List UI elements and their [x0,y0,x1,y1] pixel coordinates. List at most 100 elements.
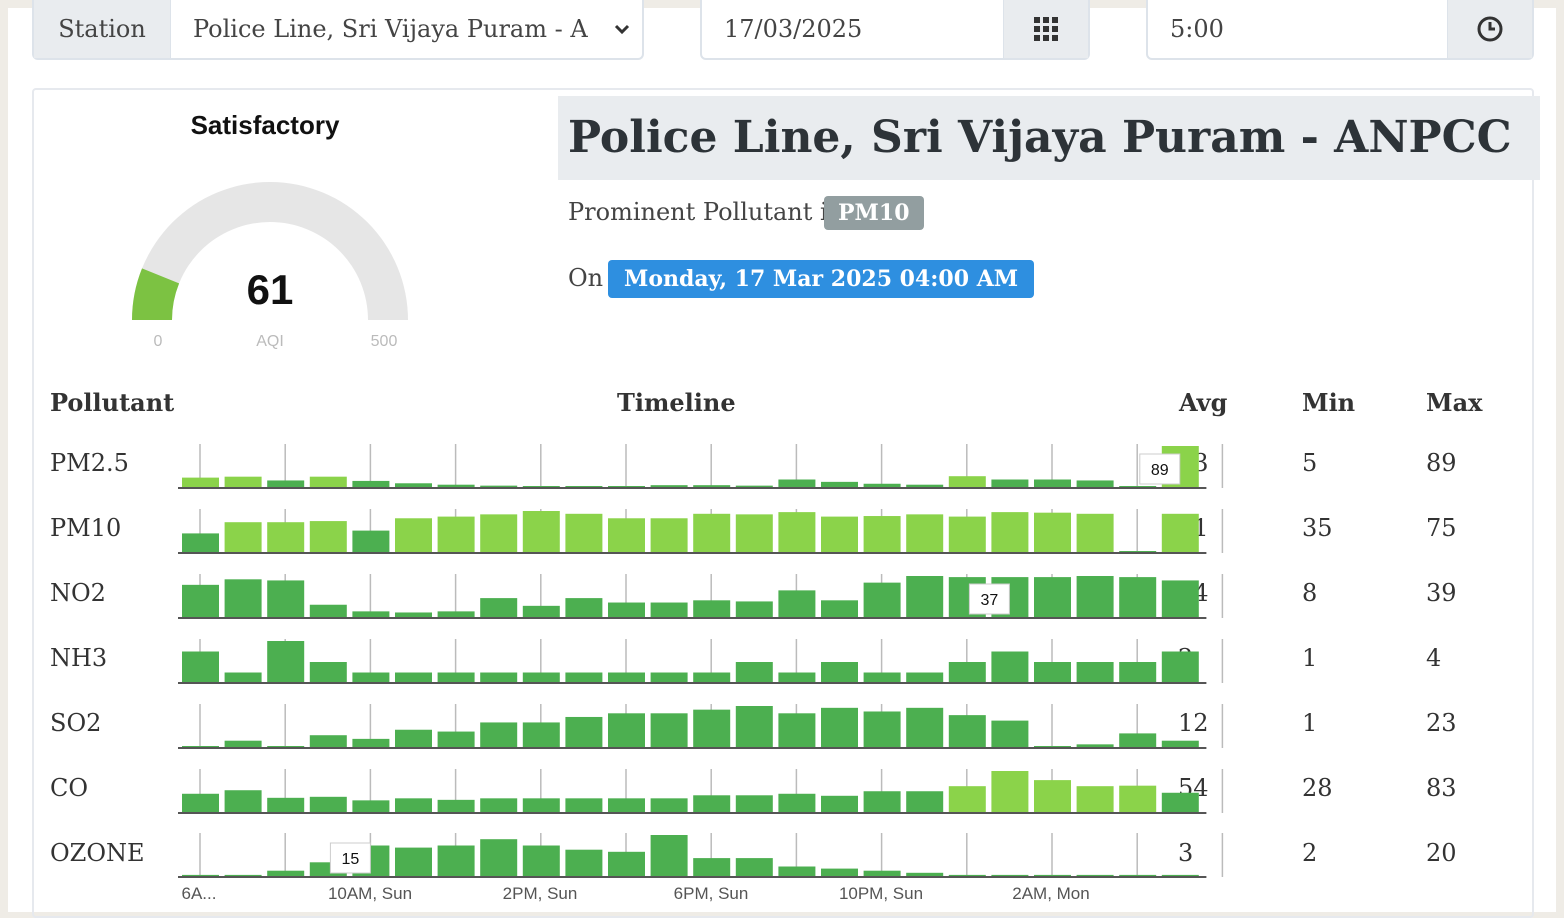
timeline-bar[interactable] [565,598,603,618]
timeline-bar[interactable] [863,791,901,813]
timeline-bar[interactable] [267,480,305,488]
timeline-bar[interactable] [948,786,986,813]
timeline-bar[interactable] [565,849,603,877]
timeline-bar[interactable] [480,514,518,553]
timeline-bar[interactable] [735,662,773,683]
timeline-bar[interactable] [352,480,390,488]
timeline-bar[interactable] [309,662,347,683]
timeline-bar[interactable] [1076,576,1114,618]
timeline-bar[interactable] [182,533,219,553]
timeline-bar[interactable] [1161,513,1199,553]
timeline-bar[interactable] [735,706,773,748]
timeline-bar[interactable] [267,797,305,813]
timeline-bar[interactable] [991,479,1029,488]
timeline-bar[interactable] [1076,786,1114,813]
timeline-bar[interactable] [608,518,645,553]
timeline-bar[interactable] [1034,780,1071,813]
timeline-bar[interactable] [948,476,986,488]
timeline-bar[interactable] [778,672,816,684]
timeline-bar[interactable] [395,518,432,553]
timeline-bar[interactable] [480,798,518,813]
timeline-bar[interactable] [693,600,731,618]
timeline-bar[interactable] [821,707,858,748]
timeline-bar[interactable] [906,791,944,813]
timeline-bar[interactable] [693,672,731,684]
timeline-bar[interactable] [693,795,731,813]
timeline-bar[interactable] [863,582,901,618]
timeline-bar[interactable] [267,641,305,683]
timeline-bar[interactable] [522,722,560,748]
timeline-bar[interactable] [735,795,773,813]
timeline-bar[interactable] [565,672,603,684]
timeline-bar[interactable] [267,522,305,553]
timeline-bar[interactable] [352,738,390,748]
timeline-bar[interactable] [948,516,986,553]
timeline-bar[interactable] [735,601,773,618]
timeline-bar[interactable] [821,868,858,877]
timeline-bar[interactable] [693,858,731,877]
timeline-bar[interactable] [1161,740,1199,748]
timeline-bar[interactable] [565,798,603,813]
timeline-bar[interactable] [565,716,603,748]
timeline-bar[interactable] [395,729,432,748]
timeline-bar[interactable] [650,672,688,684]
timeline-bar[interactable] [650,713,688,748]
timeline-bar[interactable] [522,798,560,813]
timeline-bar[interactable] [224,740,262,748]
timeline-bar[interactable] [224,522,262,553]
timeline-bar[interactable] [1076,662,1114,683]
timeline-bar[interactable] [1119,785,1157,813]
timeline-bar[interactable] [906,707,944,748]
timeline-bar[interactable] [480,672,518,684]
timeline-bar[interactable] [352,672,390,684]
timeline-bar[interactable] [778,512,816,553]
timeline-bar[interactable] [395,798,432,813]
timeline-bar[interactable] [309,476,347,488]
timeline-bar[interactable] [1034,479,1071,488]
timeline-bar[interactable] [1161,651,1199,684]
timeline-bar[interactable] [224,790,262,813]
timeline-bar[interactable] [735,858,773,877]
timeline-bar[interactable] [948,715,986,748]
timeline-bar[interactable] [522,845,560,878]
timeline-bar[interactable] [522,605,560,618]
timeline-bar[interactable] [608,713,645,748]
timeline-bar[interactable] [650,798,688,813]
timeline-bar[interactable] [437,799,475,813]
timeline-bar[interactable] [437,845,475,878]
timeline-bar[interactable] [437,672,475,684]
timeline-bar[interactable] [1034,577,1071,618]
timeline-bar[interactable] [352,800,390,813]
timeline-bar[interactable] [480,839,518,877]
timeline-bar[interactable] [948,662,986,683]
timeline-bar[interactable] [1034,512,1071,553]
timeline-bar[interactable] [1119,662,1157,683]
timeline-bar[interactable] [309,735,347,748]
timeline-bar[interactable] [991,720,1029,748]
timeline-bar[interactable] [821,516,858,553]
timeline-bar[interactable] [1161,792,1199,813]
timeline-bar[interactable] [1076,513,1114,553]
timeline-bar[interactable] [480,598,518,618]
timeline-bar[interactable] [991,651,1029,684]
timeline-bar[interactable] [863,711,901,748]
timeline-bar[interactable] [991,512,1029,553]
timeline-bar[interactable] [267,580,305,618]
timeline-bar[interactable] [650,835,688,877]
timeline-bar[interactable] [437,516,475,553]
timeline-bar[interactable] [1076,480,1114,488]
timeline-bar[interactable] [565,513,603,553]
timeline-bar[interactable] [863,672,901,684]
timeline-bar[interactable] [778,866,816,878]
timeline-bar[interactable] [608,602,645,618]
timeline-bar[interactable] [906,576,944,618]
timeline-bar[interactable] [395,672,432,684]
timeline-bar[interactable] [821,662,858,683]
timeline-bar[interactable] [224,579,262,618]
timeline-bar[interactable] [693,513,731,553]
timeline-bar[interactable] [182,651,219,684]
timeline-bar[interactable] [352,530,390,553]
timeline-bar[interactable] [821,795,858,813]
timeline-bar[interactable] [650,602,688,618]
timeline-bar[interactable] [991,771,1029,813]
